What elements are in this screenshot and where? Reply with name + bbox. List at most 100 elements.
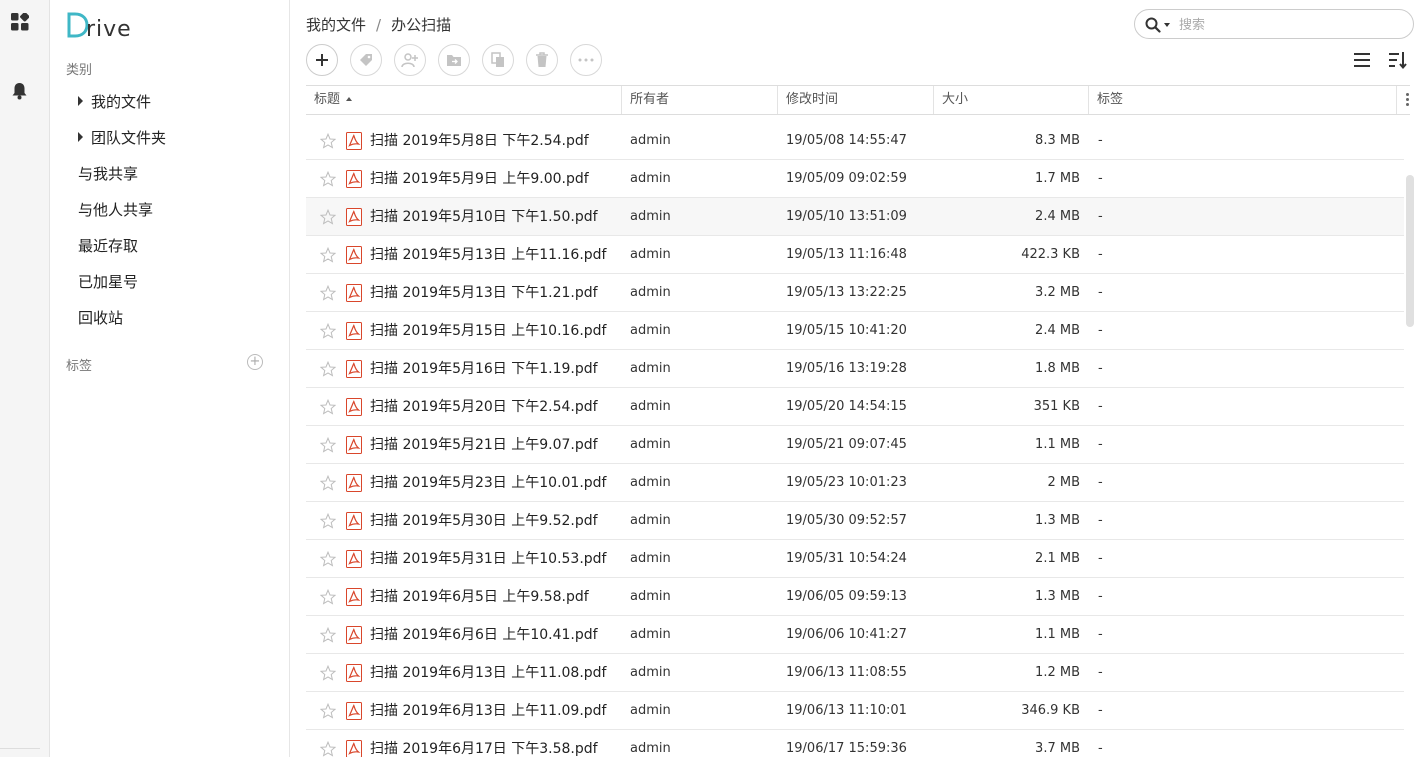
star-icon[interactable] (319, 246, 337, 263)
column-header-owner[interactable]: 所有者 (622, 86, 778, 114)
file-name[interactable]: 扫描 2019年5月15日 上午10.16.pdf (370, 312, 606, 350)
file-name[interactable]: 扫描 2019年5月13日 上午11.16.pdf (370, 236, 606, 274)
file-name[interactable]: 扫描 2019年6月17日 下午3.58.pdf (370, 730, 598, 757)
star-icon[interactable] (319, 740, 337, 757)
file-name[interactable]: 扫描 2019年5月9日 上午9.00.pdf (370, 160, 589, 198)
table-row[interactable]: 扫描 2019年5月23日 上午10.01.pdf admin 19/05/23 1… (306, 464, 1404, 502)
caret-right-icon[interactable] (78, 132, 83, 142)
delete-button[interactable] (526, 44, 558, 76)
file-name[interactable]: 扫描 2019年6月13日 上午11.09.pdf (370, 692, 606, 730)
star-icon[interactable] (319, 132, 337, 149)
sidebar-item-recent[interactable]: 最近存取 (78, 234, 138, 258)
table-row[interactable]: 扫描 2019年5月16日 下午1.19.pdf admin 19/05/16 13… (306, 350, 1404, 388)
star-icon[interactable] (319, 512, 337, 529)
file-name[interactable]: 扫描 2019年5月23日 上午10.01.pdf (370, 464, 606, 502)
table-row[interactable]: 扫描 2019年5月10日 下午1.50.pdf admin 19/05/10 13… (306, 198, 1404, 236)
column-menu-icon[interactable] (1406, 93, 1410, 107)
copy-button[interactable] (482, 44, 514, 76)
table-row[interactable]: 扫描 2019年5月21日 上午9.07.pdf admin 19/05/21 09… (306, 426, 1404, 464)
file-tags: - (1098, 741, 1103, 756)
sidebar-item-starred[interactable]: 已加星号 (78, 270, 138, 294)
search-options-caret-icon[interactable] (1164, 23, 1170, 27)
list-view-icon[interactable] (1352, 50, 1372, 70)
sidebar-item-shared-with-me[interactable]: 与我共享 (78, 162, 138, 186)
table-row[interactable]: 扫描 2019年6月13日 上午11.08.pdf admin 19/06/13 1… (306, 654, 1404, 692)
file-list: 扫描 2019年5月8日 下午2.54.pdf admin 19/05/08 14:… (306, 122, 1404, 757)
breadcrumb-separator: / (376, 16, 382, 34)
search-icon[interactable] (1145, 17, 1161, 33)
file-name[interactable]: 扫描 2019年5月21日 上午9.07.pdf (370, 426, 598, 464)
table-row[interactable]: 扫描 2019年5月13日 上午11.16.pdf admin 19/05/13 1… (306, 236, 1404, 274)
star-icon[interactable] (319, 588, 337, 605)
star-icon[interactable] (319, 436, 337, 453)
star-icon[interactable] (319, 474, 337, 491)
table-row[interactable]: 扫描 2019年5月30日 上午9.52.pdf admin 19/05/30 09… (306, 502, 1404, 540)
file-name[interactable]: 扫描 2019年5月30日 上午9.52.pdf (370, 502, 598, 540)
add-button[interactable] (306, 44, 338, 76)
tag-button[interactable] (350, 44, 382, 76)
file-name[interactable]: 扫描 2019年6月13日 上午11.08.pdf (370, 654, 606, 692)
file-name[interactable]: 扫描 2019年5月16日 下午1.19.pdf (370, 350, 598, 388)
sidebar-item-my-files[interactable]: 我的文件 (78, 90, 151, 114)
star-icon[interactable] (319, 284, 337, 301)
file-size: 3.2 MB (1035, 285, 1080, 300)
add-tag-button[interactable]: + (247, 354, 263, 370)
more-actions-button[interactable] (570, 44, 602, 76)
pdf-file-icon (346, 246, 362, 264)
sidebar-item-shared-with-others[interactable]: 与他人共享 (78, 198, 153, 222)
column-header-title[interactable]: 标题 (306, 86, 622, 114)
table-row[interactable]: 扫描 2019年6月6日 上午10.41.pdf admin 19/06/06 10… (306, 616, 1404, 654)
star-icon[interactable] (319, 208, 337, 225)
vertical-scrollbar[interactable] (1406, 122, 1414, 757)
file-name[interactable]: 扫描 2019年5月13日 下午1.21.pdf (370, 274, 598, 312)
table-row[interactable]: 扫描 2019年6月13日 上午11.09.pdf admin 19/06/13 1… (306, 692, 1404, 730)
move-folder-button[interactable] (438, 44, 470, 76)
sidebar-item-recycle-bin[interactable]: 回收站 (78, 306, 123, 330)
file-modified-time: 19/06/13 11:08:55 (786, 665, 907, 680)
star-icon[interactable] (319, 664, 337, 681)
star-icon[interactable] (319, 398, 337, 415)
drive-logo[interactable]: rive (66, 8, 146, 42)
star-icon[interactable] (319, 360, 337, 377)
sidebar-item-team-folders[interactable]: 团队文件夹 (78, 126, 166, 150)
file-name[interactable]: 扫描 2019年5月20日 下午2.54.pdf (370, 388, 598, 426)
search-box[interactable] (1134, 9, 1414, 39)
table-row[interactable]: 扫描 2019年5月15日 上午10.16.pdf admin 19/05/15 1… (306, 312, 1404, 350)
table-row[interactable]: 扫描 2019年5月13日 下午1.21.pdf admin 19/05/13 13… (306, 274, 1404, 312)
star-icon[interactable] (319, 170, 337, 187)
search-input[interactable] (1179, 15, 1399, 35)
file-modified-time: 19/05/16 13:19:28 (786, 361, 907, 376)
breadcrumb: 我的文件 / 办公扫描 (306, 14, 451, 35)
sidebar-item-label: 团队文件夹 (91, 129, 167, 147)
file-name[interactable]: 扫描 2019年5月8日 下午2.54.pdf (370, 122, 589, 160)
caret-right-icon[interactable] (78, 96, 83, 106)
file-name[interactable]: 扫描 2019年5月31日 上午10.53.pdf (370, 540, 606, 578)
file-size: 1.1 MB (1035, 627, 1080, 642)
file-name[interactable]: 扫描 2019年5月10日 下午1.50.pdf (370, 198, 598, 236)
scrollbar-thumb[interactable] (1406, 175, 1414, 327)
notification-bell-icon[interactable] (11, 82, 28, 100)
star-icon[interactable] (319, 702, 337, 719)
share-user-button[interactable] (394, 44, 426, 76)
table-row[interactable]: 扫描 2019年5月8日 下午2.54.pdf admin 19/05/08 14:… (306, 122, 1404, 160)
file-modified-time: 19/05/08 14:55:47 (786, 133, 907, 148)
column-header-size[interactable]: 大小 (934, 86, 1089, 114)
file-name[interactable]: 扫描 2019年6月6日 上午10.41.pdf (370, 616, 598, 654)
star-icon[interactable] (319, 550, 337, 567)
svg-text:rive: rive (86, 17, 132, 42)
column-header-mtime[interactable]: 修改时间 (778, 86, 934, 114)
pdf-file-icon (346, 626, 362, 644)
table-row[interactable]: 扫描 2019年5月20日 下午2.54.pdf admin 19/05/20 14… (306, 388, 1404, 426)
column-header-tags[interactable]: 标签 (1089, 86, 1397, 114)
apps-grid-icon[interactable] (11, 13, 29, 31)
table-row[interactable]: 扫描 2019年5月31日 上午10.53.pdf admin 19/05/31 1… (306, 540, 1404, 578)
star-icon[interactable] (319, 626, 337, 643)
table-row[interactable]: 扫描 2019年6月5日 上午9.58.pdf admin 19/06/05 09:… (306, 578, 1404, 616)
star-icon[interactable] (319, 322, 337, 339)
sort-order-icon[interactable] (1388, 50, 1408, 70)
breadcrumb-root[interactable]: 我的文件 (306, 16, 366, 34)
table-row[interactable]: 扫描 2019年5月9日 上午9.00.pdf admin 19/05/09 09:… (306, 160, 1404, 198)
table-row[interactable]: 扫描 2019年6月17日 下午3.58.pdf admin 19/06/17 15… (306, 730, 1404, 757)
file-name[interactable]: 扫描 2019年6月5日 上午9.58.pdf (370, 578, 589, 616)
file-owner: admin (630, 247, 671, 262)
